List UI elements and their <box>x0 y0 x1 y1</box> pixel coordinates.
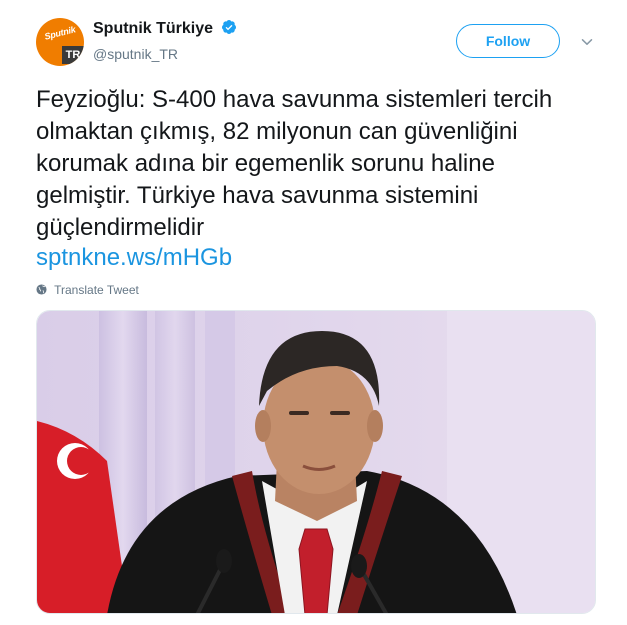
chevron-down-icon[interactable] <box>581 36 593 48</box>
tweet-link[interactable]: sptnkne.ws/mHGb <box>36 242 232 274</box>
avatar-logo-badge: TR <box>62 46 84 64</box>
follow-button[interactable]: Follow <box>456 24 560 58</box>
tweet-photo[interactable] <box>36 310 596 614</box>
translate-tweet-link[interactable]: Translate Tweet <box>36 282 139 298</box>
translate-tweet-label: Translate Tweet <box>54 283 139 297</box>
user-handle[interactable]: @sputnik_TR <box>93 45 178 63</box>
avatar-logo-text: Sputnik <box>43 24 77 42</box>
photo-illustration <box>37 311 595 613</box>
avatar[interactable]: Sputnik TR <box>36 18 84 66</box>
display-name[interactable]: Sputnik Türkiye <box>93 19 237 39</box>
display-name-text[interactable]: Sputnik Türkiye <box>93 20 213 37</box>
tweet-text: Feyzioğlu: S-400 hava savunma sistemleri… <box>36 86 553 241</box>
globe-icon <box>36 284 47 295</box>
verified-badge-icon <box>222 20 237 34</box>
